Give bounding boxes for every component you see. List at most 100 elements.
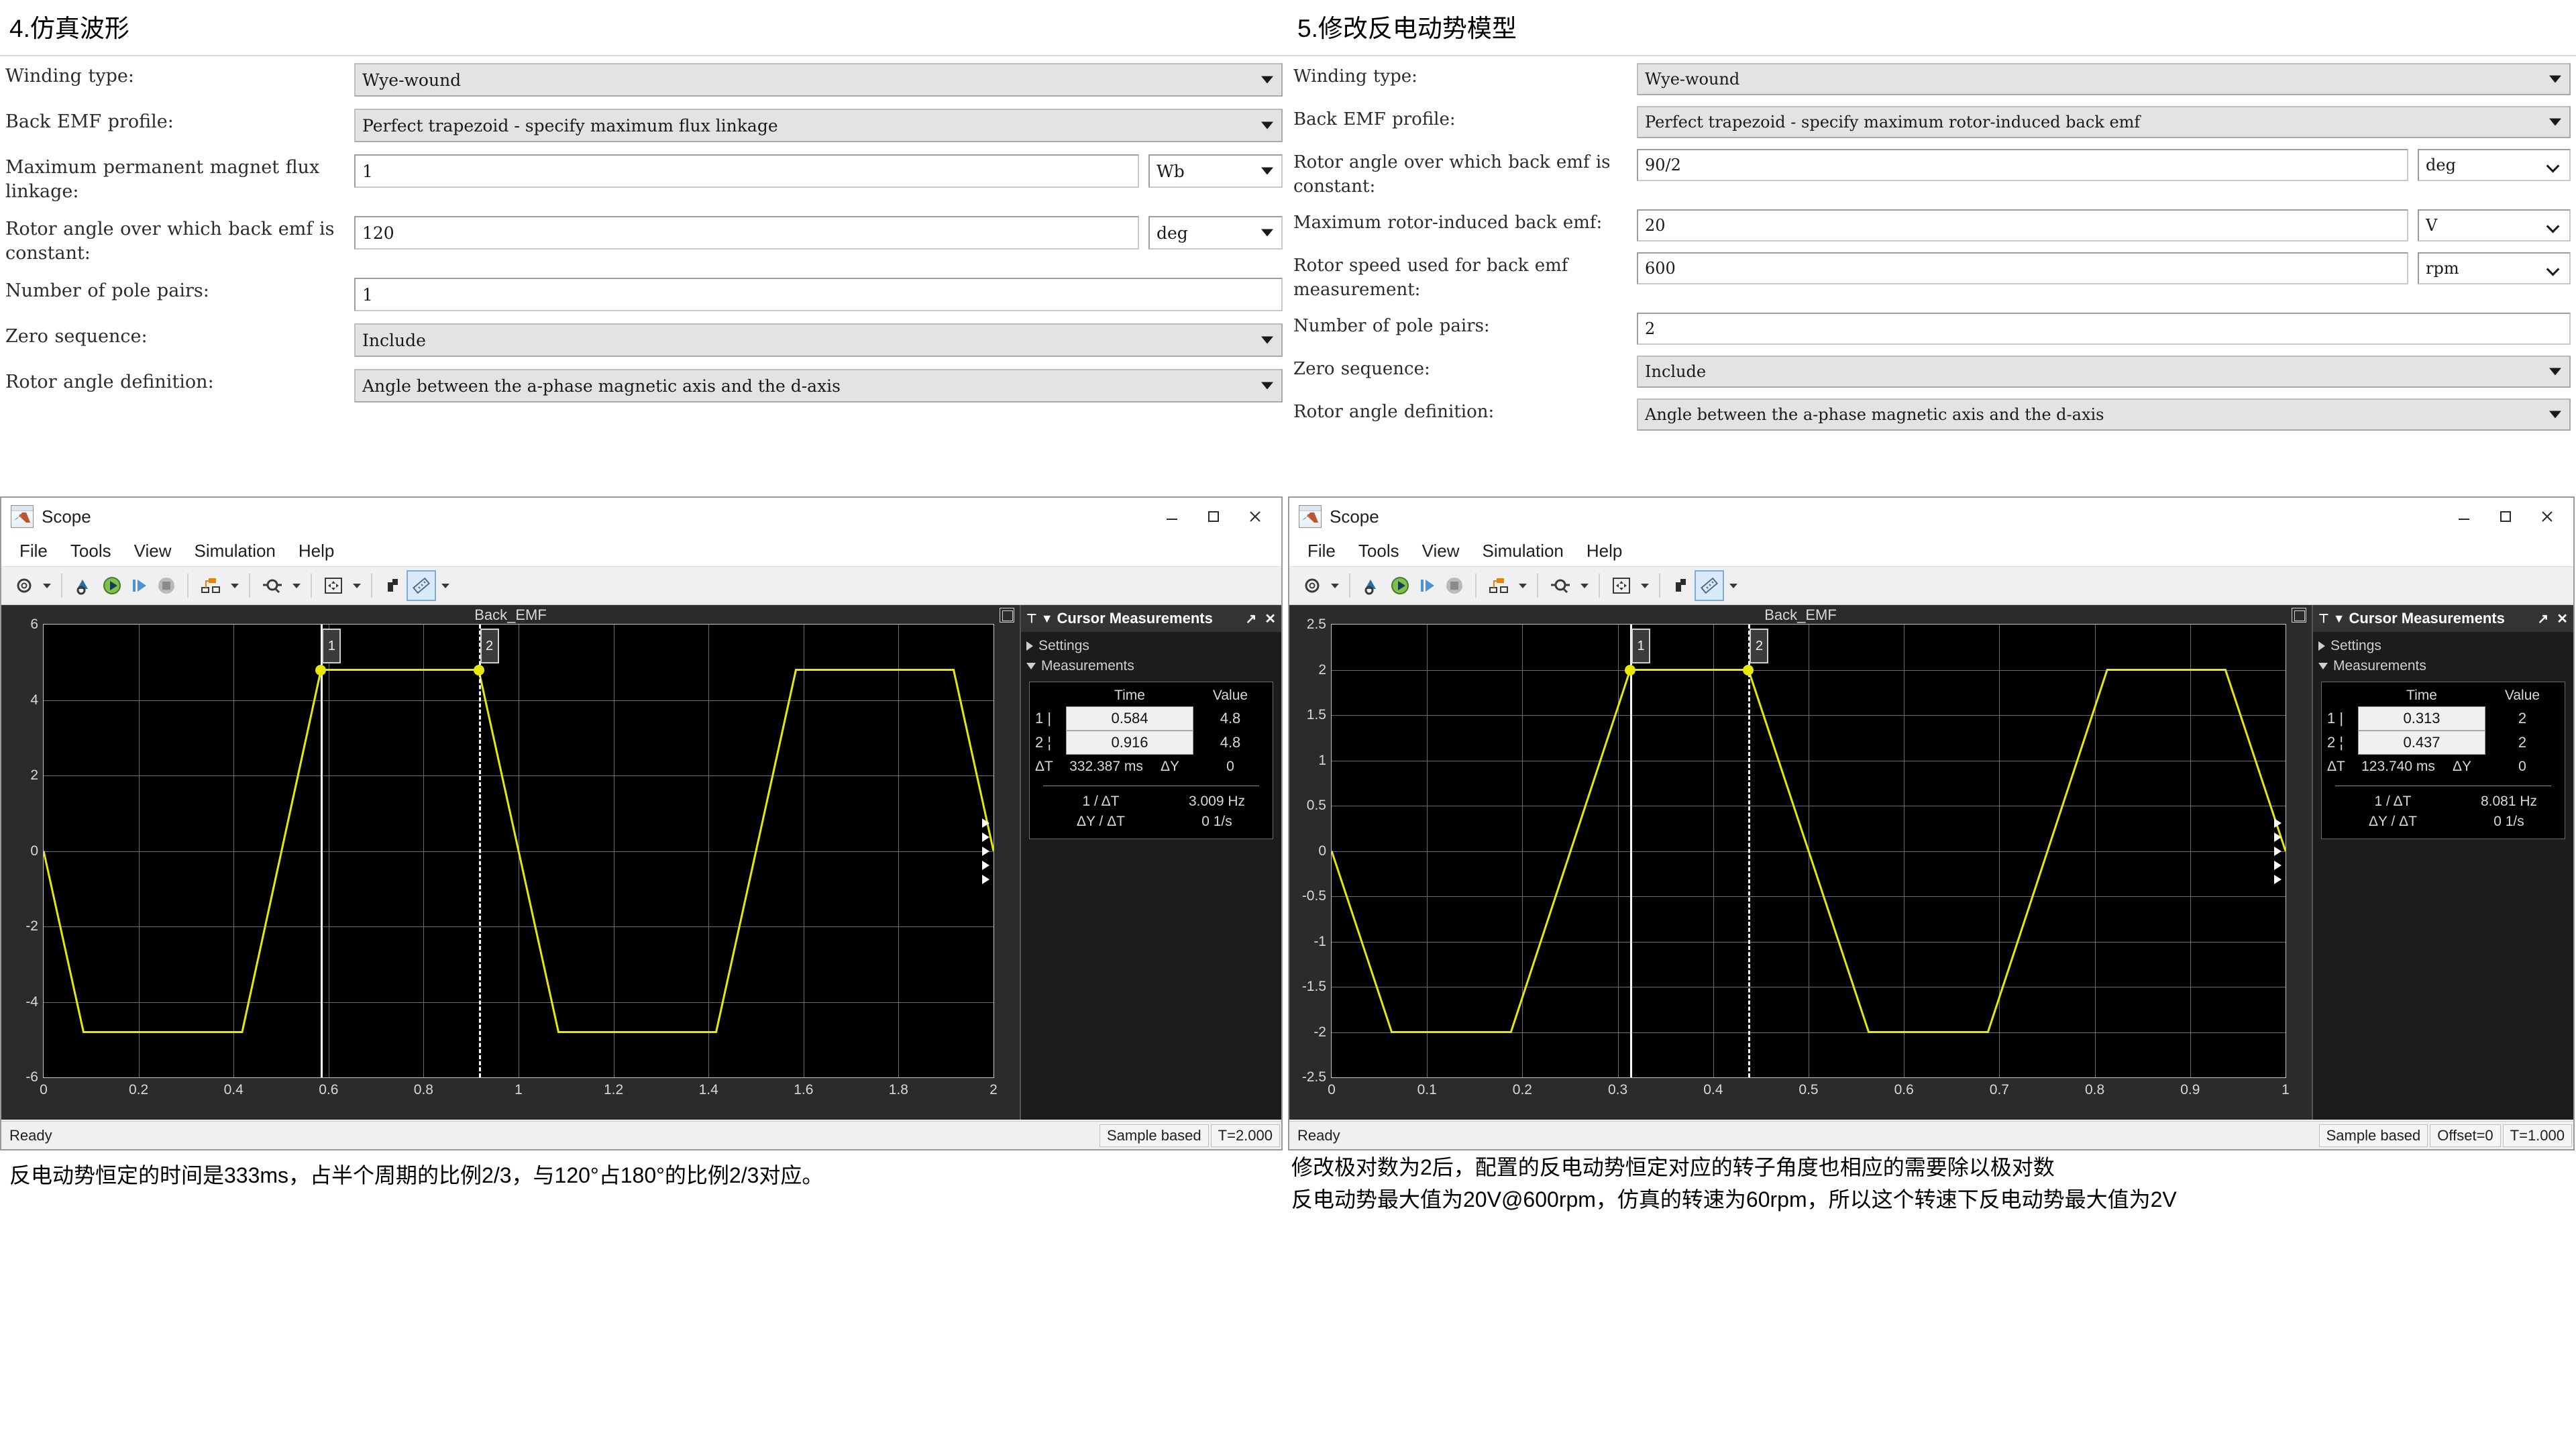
parameter-input[interactable]: 120 [354,216,1139,250]
stop-button[interactable] [153,570,180,601]
simulink-model-icon[interactable] [1358,570,1386,601]
parameter-dropdown[interactable]: Include [354,323,1283,357]
configuration-properties-icon[interactable] [11,570,38,601]
unit-dropdown[interactable]: deg [1148,216,1283,250]
menu-item-file[interactable]: File [8,541,59,561]
y-axis-tick-label: 0.5 [1306,798,1326,813]
parameter-input[interactable]: 90/2 [1637,149,2408,181]
zoom-in-icon[interactable] [1546,570,1575,601]
run-button[interactable] [1386,570,1414,601]
autoscale-icon[interactable] [1607,570,1635,601]
zoom-dropdown-icon[interactable] [1580,583,1589,588]
autoscale-dropdown-icon[interactable] [353,583,361,588]
y-axis-tick-label: -1 [1313,933,1326,949]
chevron-down-icon[interactable]: ▼ [1041,612,1053,626]
zoom-in-icon[interactable] [258,570,287,601]
measurements-section-left[interactable]: Measurements [1026,656,1276,676]
style-icon[interactable] [380,570,407,601]
menu-item-help[interactable]: Help [287,541,345,561]
scope-right-axes[interactable]: -2.5 -2 -1.5 -1 -0.5 0 0.5 1 1.5 2 2.5 0 0.1 0.2 0.3 0.… [1302,616,2290,1097]
measurements-section-right[interactable]: Measurements [2318,656,2568,676]
step-forward-button[interactable] [1414,570,1441,601]
scope-left-titlebar[interactable]: Scope [1,498,1281,535]
scope-right-maximize-axes-icon[interactable] [2292,608,2306,623]
menu-item-view[interactable]: View [123,541,183,561]
simulink-model-icon[interactable] [70,570,98,601]
close-icon[interactable]: ✕ [1265,610,1276,627]
maximize-button[interactable] [2485,500,2526,533]
cursor-measurements-toggle[interactable] [407,570,436,601]
parameter-dropdown[interactable]: Angle between the a-phase magnetic axis … [354,369,1283,402]
parameter-row: Zero sequence: Include [5,323,1283,357]
scope-right-titlebar[interactable]: Scope [1289,498,2573,535]
parameter-dropdown[interactable]: Wye-wound [354,63,1283,97]
cursor-measurements-toggle[interactable] [1695,570,1724,601]
cursor-handle-1[interactable]: 1 [322,629,341,663]
menu-item-simulation[interactable]: Simulation [1471,541,1575,561]
menu-item-tools[interactable]: Tools [59,541,123,561]
cursor-line-2[interactable] [1748,625,1751,1077]
scope-left-axes[interactable]: -6 -4 -2 0 2 4 6 0 0.2 0.4 0.6 0.8 1 1.2 1.4 1.6 1.8 2 1 2 [25,616,998,1097]
close-button[interactable] [2526,500,2568,533]
cursor-1-time-field[interactable]: 0.584 [1066,706,1193,731]
autoscale-icon[interactable] [319,570,347,601]
settings-section-left[interactable]: Settings [1026,636,1276,656]
minimize-button[interactable] [2443,500,2485,533]
parameter-input[interactable]: 2 [1637,313,2571,345]
configuration-dropdown-icon[interactable] [43,583,51,588]
minimize-button[interactable] [1151,500,1193,533]
parameter-input[interactable]: 1 [354,154,1139,188]
style-dropdown-icon[interactable] [441,583,449,588]
stop-button[interactable] [1441,570,1468,601]
parameter-dropdown[interactable]: Angle between the a-phase magnetic axis … [1637,398,2571,431]
autoscale-dropdown-icon[interactable] [1641,583,1649,588]
menu-item-view[interactable]: View [1411,541,1471,561]
menu-item-simulation[interactable]: Simulation [183,541,287,561]
close-icon[interactable]: ✕ [2557,610,2568,627]
cursor-2-time-field[interactable]: 0.916 [1066,731,1193,755]
parameter-dropdown[interactable]: Perfect trapezoid - specify maximum roto… [1637,106,2571,138]
cursor-line-1[interactable] [1630,625,1633,1077]
unit-dropdown[interactable]: Wb [1148,154,1283,188]
cursor-handle-1[interactable]: 1 [1631,629,1651,663]
undock-icon[interactable]: ↗ [2537,610,2548,627]
style-dropdown-icon[interactable] [1729,583,1737,588]
parameter-controls: Include [1637,356,2571,388]
parameter-input[interactable]: 1 [354,278,1283,311]
cursor-handle-2[interactable]: 2 [1750,629,1769,663]
menu-item-help[interactable]: Help [1575,541,1633,561]
parameter-dropdown[interactable]: Perfect trapezoid - specify maximum flux… [354,109,1283,142]
unit-dropdown[interactable]: rpm [2418,252,2571,284]
undock-icon[interactable]: ↗ [1245,610,1256,627]
cursor-line-2[interactable] [478,625,481,1077]
run-button[interactable] [98,570,126,601]
step-forward-button[interactable] [126,570,153,601]
signal-selection-dropdown-icon[interactable] [231,583,239,588]
parameter-dropdown[interactable]: Wye-wound [1637,63,2571,95]
cursor-handle-2[interactable]: 2 [480,629,499,663]
chevron-down-icon[interactable]: ▼ [2333,612,2345,626]
menu-item-file[interactable]: File [1296,541,1347,561]
signal-selection-dropdown-icon[interactable] [1519,583,1527,588]
unit-dropdown[interactable]: V [2418,209,2571,241]
signal-selection-icon[interactable] [1484,570,1513,601]
unit-dropdown[interactable]: deg [2418,149,2571,181]
zoom-dropdown-icon[interactable] [292,583,301,588]
parameter-input[interactable]: 20 [1637,209,2408,241]
style-icon[interactable] [1668,570,1695,601]
cursor-2-time-field[interactable]: 0.437 [2358,731,2485,755]
configuration-properties-icon[interactable] [1299,570,1326,601]
settings-section-right[interactable]: Settings [2318,636,2568,656]
parameter-input[interactable]: 600 [1637,252,2408,284]
cursor-1-time-field[interactable]: 0.313 [2358,706,2485,731]
maximize-button[interactable] [1193,500,1234,533]
cursor-line-1[interactable] [321,625,323,1077]
pin-icon[interactable]: ⊤ [2318,612,2329,626]
signal-selection-icon[interactable] [196,570,225,601]
configuration-dropdown-icon[interactable] [1331,583,1339,588]
scope-left-maximize-axes-icon[interactable] [1000,608,1014,623]
pin-icon[interactable]: ⊤ [1026,612,1037,626]
close-button[interactable] [1234,500,1276,533]
parameter-dropdown[interactable]: Include [1637,356,2571,388]
menu-item-tools[interactable]: Tools [1347,541,1411,561]
